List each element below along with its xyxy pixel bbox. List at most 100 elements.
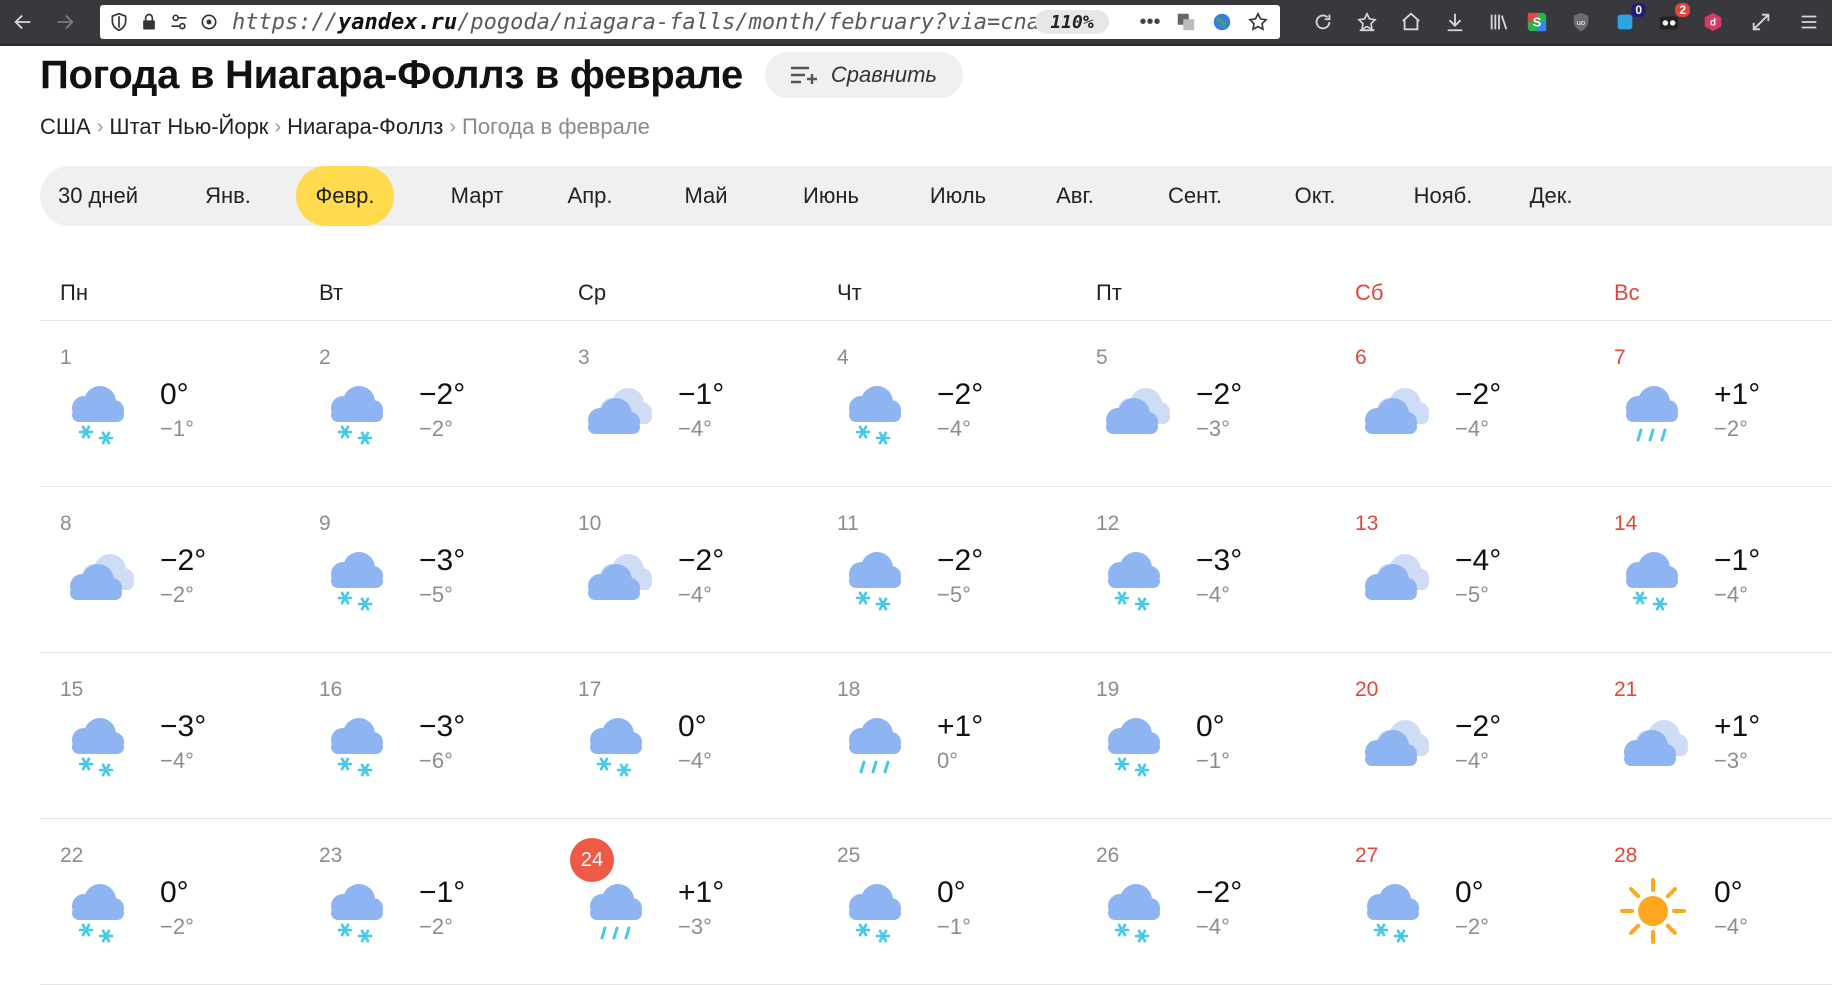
night-temperature: −3° [678,914,712,939]
tracking-icon[interactable] [198,11,220,33]
day-temperature: −2° [937,378,984,411]
day-cell[interactable]: 25 0° −1° [817,818,1076,984]
month-tab[interactable]: Май [658,166,754,226]
address-bar[interactable]: https://yandex.ru/pogoda/niagara-falls/m… [100,5,1280,39]
day-temperature: −3° [1196,544,1243,577]
extension-s-icon[interactable]: S [1522,7,1552,37]
day-temperature: −1° [419,876,466,909]
month-tab[interactable]: Нояб. [1378,166,1508,226]
bookmark-star-icon[interactable] [1244,10,1272,34]
night-temperature: −2° [419,416,453,441]
svg-text:uo: uo [1577,18,1585,27]
overcast-icon [1359,710,1429,780]
day-number: 11 [837,512,859,535]
month-tab[interactable]: Апр. [538,166,642,226]
day-number: 18 [837,678,861,701]
cloud-snow-icon [64,710,134,780]
month-tab[interactable]: Янв. [180,166,276,226]
reload-icon[interactable] [1308,7,1338,37]
day-cell[interactable]: 17 0° −4° [558,652,817,818]
day-cell[interactable]: 21 +1° −3° [1594,652,1832,818]
cloud-snow-icon [1359,876,1429,946]
cloud-snow-icon [1618,544,1688,614]
url-text[interactable]: https://yandex.ru/pogoda/niagara-falls/m… [232,10,1053,35]
month-tab[interactable]: 30 дней [40,166,156,226]
menu-icon[interactable] [1794,7,1824,37]
breadcrumb-usa[interactable]: США [40,114,91,140]
day-cell[interactable]: 23 −1° −2° [299,818,558,984]
day-temperature: +1° [1714,710,1761,743]
day-cell[interactable]: 13 −4° −5° [1335,486,1594,652]
extension-d-icon[interactable]: d [1698,7,1728,37]
day-cell[interactable]: 10 −2° −4° [558,486,817,652]
day-number: 15 [60,678,84,701]
month-tab[interactable]: Дек. [1506,166,1596,226]
night-temperature: −2° [160,914,194,939]
reading-list-icon[interactable] [1352,7,1382,37]
library-icon[interactable] [1484,7,1514,37]
download-icon[interactable] [1440,7,1470,37]
day-temperature: 0° [1196,710,1225,743]
night-temperature: −4° [1196,914,1230,939]
home-icon[interactable] [1396,7,1426,37]
breadcrumb-state[interactable]: Штат Нью-Йорк [109,114,268,140]
day-number: 6 [1355,346,1367,369]
breadcrumb-city[interactable]: Ниагара-Фоллз [287,114,443,140]
day-cell[interactable]: 15 −3° −4° [40,652,299,818]
compare-button[interactable]: Сравнить [764,52,964,98]
day-cell[interactable]: 28 0° −4° [1594,818,1832,984]
day-cell[interactable]: 4 −2° −4° [817,320,1076,486]
day-cell[interactable]: 12 −3° −4° [1076,486,1335,652]
month-tab[interactable]: Июль [900,166,1016,226]
zoom-indicator[interactable]: 110% [1035,10,1109,34]
back-arrow-icon[interactable] [8,7,38,37]
translate-icon[interactable] [1172,10,1200,34]
month-tab[interactable]: Авг. [1026,166,1124,226]
extension-blue-icon[interactable]: 0 [1610,3,1646,37]
day-cell[interactable]: 16 −3° −6° [299,652,558,818]
day-temperature: −4° [1455,544,1502,577]
weekday-label: Чт [837,280,862,305]
day-cell[interactable]: 8 −2° −2° [40,486,299,652]
lock-icon[interactable] [138,11,160,33]
night-temperature: −5° [937,582,971,607]
shield-icon[interactable] [108,11,130,33]
month-tab[interactable]: Сент. [1136,166,1254,226]
ublock-icon[interactable]: uo [1566,7,1596,37]
overcast-icon [64,544,134,614]
page-actions-icon[interactable]: ••• [1136,10,1164,34]
night-temperature: −1° [1196,748,1230,773]
day-cell[interactable]: 22 0° −2° [40,818,299,984]
day-number: 26 [1096,844,1120,867]
day-cell[interactable]: 5 −2° −3° [1076,320,1335,486]
day-cell[interactable]: 26 −2° −4° [1076,818,1335,984]
day-cell[interactable]: 20 −2° −4° [1335,652,1594,818]
day-cell[interactable]: 2 −2° −2° [299,320,558,486]
day-cell[interactable]: 9 −3° −5° [299,486,558,652]
day-cell[interactable]: 27 0° −2° [1335,818,1594,984]
calendar-week-row: 1 0° −1° 2 −2° −2° 3 −1° −4° 4 −2° −4° 5 −2° −3° 6 −2° −4… [40,320,1832,487]
globe-icon[interactable] [1208,10,1236,34]
day-cell[interactable]: 6 −2° −4° [1335,320,1594,486]
permissions-icon[interactable] [168,11,190,33]
day-cell[interactable]: 19 0° −1° [1076,652,1335,818]
day-cell[interactable]: 14 −1° −4° [1594,486,1832,652]
month-tab[interactable]: Июнь [770,166,892,226]
forward-arrow-icon[interactable] [50,7,80,37]
month-tab[interactable]: Март [418,166,536,226]
month-tab[interactable]: Окт. [1270,166,1360,226]
day-number: 23 [319,844,343,867]
overcast-icon [1618,710,1688,780]
day-cell[interactable]: 11 −2° −5° [817,486,1076,652]
day-number: 22 [60,844,84,867]
day-cell[interactable]: 18 +1° 0° [817,652,1076,818]
day-temperature: −2° [678,544,725,577]
day-cell[interactable]: 3 −1° −4° [558,320,817,486]
day-cell[interactable]: 1 0° −1° [40,320,299,486]
month-tab[interactable]: Февр. [296,166,394,226]
fullscreen-icon[interactable] [1746,7,1776,37]
day-cell[interactable]: 24 +1° −3° [558,818,817,984]
day-cell[interactable]: 7 +1° −2° [1594,320,1832,486]
extension-glasses-icon[interactable]: 2 [1654,3,1690,37]
cloud-snow-icon [64,876,134,946]
